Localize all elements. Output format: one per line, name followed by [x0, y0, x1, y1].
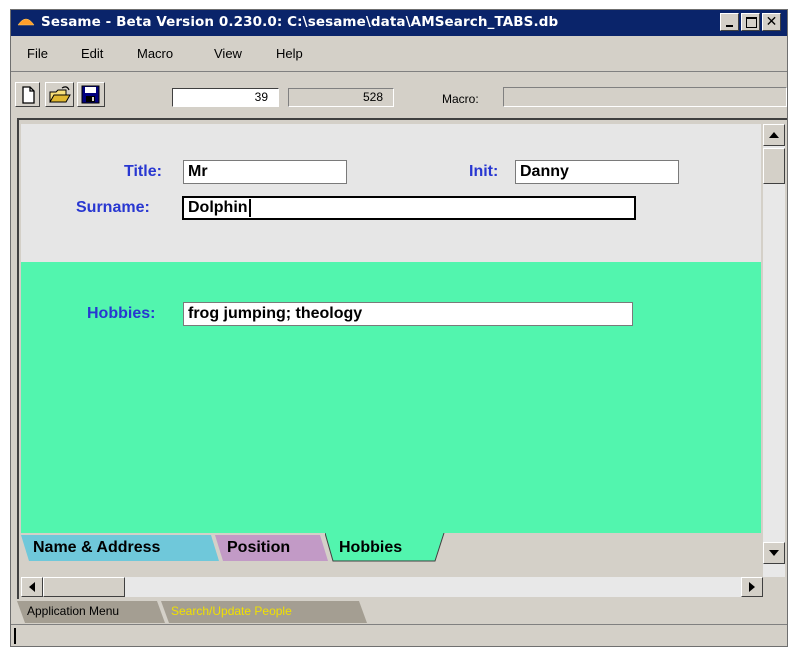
open-button[interactable]	[45, 82, 74, 107]
vertical-scrollbar[interactable]	[763, 124, 785, 577]
macro-field[interactable]	[503, 87, 787, 107]
save-disk-icon	[81, 85, 100, 104]
status-indicator	[14, 628, 16, 644]
close-icon: ✕	[765, 14, 778, 30]
save-button[interactable]	[77, 82, 105, 107]
hobbies-tab-panel: Hobbies: frog jumping; theology	[21, 262, 761, 533]
surname-value: Dolphin	[188, 199, 248, 216]
menu-bar: File Edit Macro View Help	[11, 37, 787, 72]
scroll-right-button[interactable]	[741, 577, 763, 597]
hobbies-label: Hobbies:	[87, 305, 156, 322]
tab-search-update-people[interactable]: Search/Update People	[161, 601, 367, 623]
record-number-field[interactable]: 39	[172, 88, 279, 107]
hobbies-field[interactable]: frog jumping; theology	[183, 302, 633, 326]
menu-edit[interactable]: Edit	[81, 46, 103, 61]
arrow-right-icon	[749, 582, 755, 592]
arrow-down-icon	[769, 550, 779, 556]
form-header-panel: Title: Mr Init: Danny Surname: Dolphin	[21, 124, 761, 262]
record-count-display: 528	[288, 88, 394, 107]
vertical-scroll-thumb[interactable]	[763, 148, 785, 184]
new-file-icon	[22, 86, 35, 104]
tab-position[interactable]: Position	[215, 535, 328, 561]
menu-help[interactable]: Help	[276, 46, 303, 61]
menu-file[interactable]: File	[27, 46, 48, 61]
macro-label: Macro:	[442, 92, 479, 106]
window-title: Sesame - Beta Version 0.230.0: C:\sesame…	[41, 14, 559, 30]
close-button[interactable]: ✕	[762, 13, 781, 31]
title-bar[interactable]: Sesame - Beta Version 0.230.0: C:\sesame…	[11, 10, 787, 36]
status-bar	[11, 624, 787, 646]
title-label: Title:	[124, 163, 162, 180]
toolbar: 39 528 Macro:	[11, 74, 787, 114]
main-window: Sesame - Beta Version 0.230.0: C:\sesame…	[10, 9, 788, 647]
tab-application-menu[interactable]: Application Menu	[17, 601, 165, 623]
horizontal-scrollbar[interactable]	[21, 577, 763, 597]
new-button[interactable]	[15, 82, 40, 107]
tab-name-address[interactable]: Name & Address	[21, 535, 219, 561]
horizontal-scroll-thumb[interactable]	[43, 577, 125, 597]
sesame-app-icon	[17, 18, 35, 26]
application-tab-strip: Application Menu Search/Update People	[17, 601, 787, 623]
menu-macro[interactable]: Macro	[137, 46, 173, 61]
arrow-left-icon	[29, 582, 35, 592]
arrow-up-icon	[769, 132, 779, 138]
title-field[interactable]: Mr	[183, 160, 347, 184]
init-label: Init:	[469, 163, 499, 180]
surname-field[interactable]: Dolphin	[182, 196, 636, 220]
init-field[interactable]: Danny	[515, 160, 679, 184]
minimize-button[interactable]	[720, 13, 739, 31]
form-tab-strip: Name & Address Position Hobbies	[19, 533, 763, 563]
maximize-button[interactable]	[741, 13, 760, 31]
scroll-left-button[interactable]	[21, 577, 43, 597]
text-caret	[248, 198, 251, 217]
scroll-up-button[interactable]	[763, 124, 785, 146]
form-client-area: Title: Mr Init: Danny Surname: Dolphin H…	[17, 118, 787, 599]
open-folder-icon	[49, 86, 71, 103]
scroll-down-button[interactable]	[763, 542, 785, 564]
surname-label: Surname:	[76, 199, 150, 216]
menu-view[interactable]: View	[214, 46, 242, 61]
tab-hobbies[interactable]: Hobbies	[325, 533, 443, 563]
